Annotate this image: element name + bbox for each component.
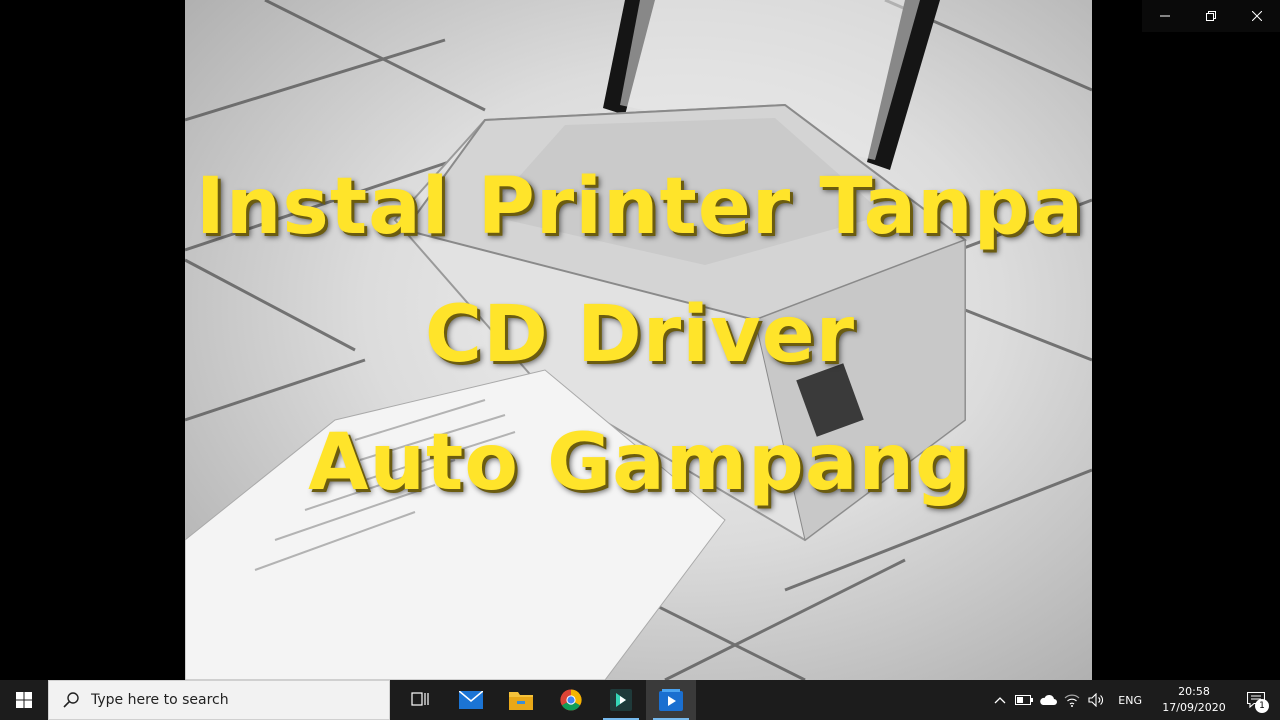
system-tray: ENG 20:58 17/09/2020 1 (988, 680, 1280, 720)
mail-icon (459, 691, 483, 709)
video-editor-button[interactable] (646, 680, 696, 720)
chrome-button[interactable] (546, 680, 596, 720)
close-button[interactable] (1234, 0, 1280, 32)
restore-icon (1206, 11, 1216, 21)
video-title-line-1: Instal Printer Tanpa (195, 162, 1085, 252)
network-button[interactable] (1060, 680, 1084, 720)
input-language-button[interactable]: ENG (1108, 694, 1156, 707)
video-title-line-2: CD Driver (424, 290, 856, 380)
screen: Instal Printer Tanpa CD Driver Auto Gamp… (0, 0, 1280, 720)
chevron-up-icon (994, 697, 1006, 704)
start-button[interactable] (0, 680, 48, 720)
chrome-icon (560, 689, 582, 711)
video-title-line-3: Auto Gampang (308, 418, 972, 508)
battery-button[interactable] (1012, 680, 1036, 720)
notification-count-badge: 1 (1255, 699, 1269, 713)
task-view-button[interactable] (396, 680, 446, 720)
taskbar: ENG 20:58 17/09/2020 1 (0, 680, 1280, 720)
clock-button[interactable]: 20:58 17/09/2020 (1156, 684, 1232, 716)
search-icon (63, 692, 79, 708)
minimize-button[interactable] (1142, 0, 1188, 32)
search-input[interactable] (91, 692, 371, 708)
task-view-icon (411, 692, 429, 706)
window-controls (1142, 0, 1280, 32)
close-icon (1252, 11, 1262, 21)
file-explorer-button[interactable] (496, 680, 546, 720)
onedrive-button[interactable] (1036, 680, 1060, 720)
battery-icon (1015, 695, 1034, 705)
file-explorer-icon (509, 692, 533, 710)
wifi-icon (1064, 694, 1080, 707)
clock-time: 20:58 (1178, 685, 1210, 698)
show-hidden-icons-button[interactable] (988, 680, 1012, 720)
filmora-icon (610, 689, 632, 711)
volume-button[interactable] (1084, 680, 1108, 720)
minimize-icon (1160, 15, 1170, 17)
cloud-icon (1040, 694, 1058, 705)
video-editor-icon (659, 689, 683, 711)
clock-date: 17/09/2020 (1162, 701, 1226, 714)
action-center-button[interactable]: 1 (1232, 680, 1280, 720)
windows-logo-icon (16, 692, 32, 708)
taskbar-search[interactable] (48, 680, 390, 720)
restore-button[interactable] (1188, 0, 1234, 32)
filmora-button[interactable] (596, 680, 646, 720)
speaker-icon (1088, 693, 1104, 707)
mail-app-button[interactable] (446, 680, 496, 720)
